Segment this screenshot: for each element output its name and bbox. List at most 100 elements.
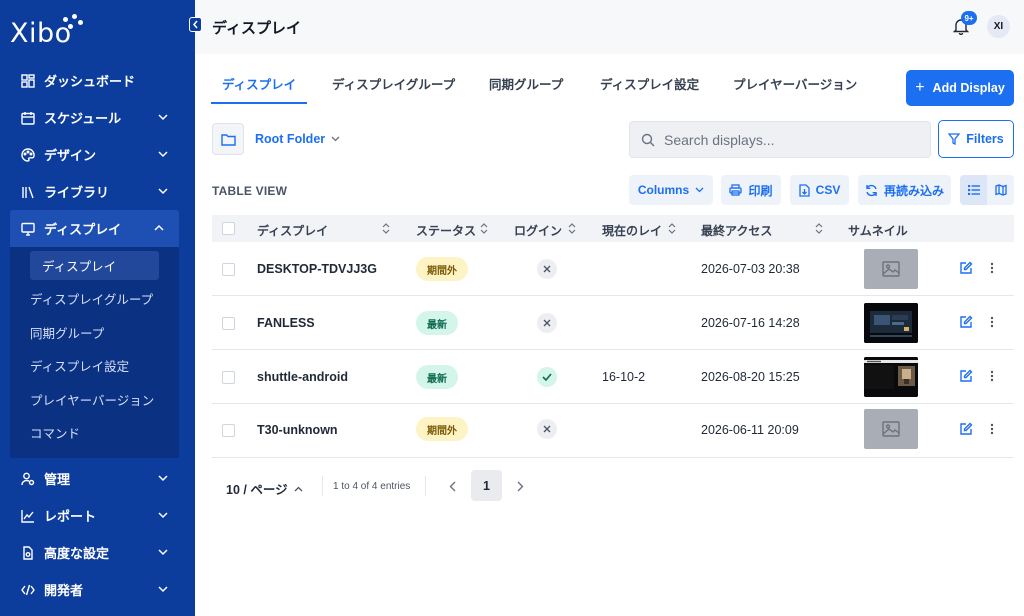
table-header: ディスプレイ ステータス ログイン 現在のレイ 最終アクセス サムネイル bbox=[212, 215, 1014, 242]
sidebar-item-dashboard[interactable]: ダッシュボード bbox=[0, 62, 195, 99]
plus-icon: + bbox=[915, 79, 925, 96]
sort-icon[interactable] bbox=[568, 223, 576, 234]
filters-label: Filters bbox=[966, 132, 1004, 146]
root-folder-selector[interactable]: Root Folder bbox=[255, 132, 340, 146]
table-row[interactable]: T30-unknown 期間外 2026-06-11 20:09 bbox=[212, 404, 1014, 458]
edit-icon[interactable] bbox=[959, 369, 973, 383]
more-vertical-icon[interactable] bbox=[989, 315, 995, 329]
sidebar-item-label: ライブラリ bbox=[44, 185, 110, 200]
column-header-display[interactable]: ディスプレイ bbox=[257, 222, 328, 239]
submenu-item-commands[interactable]: コマンド bbox=[10, 416, 179, 450]
table-row[interactable]: shuttle-android 最新 16-10-2 2026-08-20 15… bbox=[212, 350, 1014, 404]
tab-display-settings[interactable]: ディスプレイ設定 bbox=[600, 74, 699, 104]
more-vertical-icon[interactable] bbox=[989, 261, 995, 275]
column-header-login[interactable]: ログイン bbox=[514, 222, 562, 239]
logged-out-icon bbox=[537, 259, 557, 279]
csv-export-button[interactable]: CSV bbox=[790, 175, 849, 205]
display-name[interactable]: FANLESS bbox=[257, 316, 315, 330]
avatar[interactable]: XI bbox=[987, 15, 1010, 38]
chevron-right-icon bbox=[517, 481, 523, 491]
display-name[interactable]: T30-unknown bbox=[257, 423, 338, 437]
thumbnail-placeholder[interactable] bbox=[864, 249, 918, 289]
more-vertical-icon[interactable] bbox=[989, 422, 995, 436]
submenu-item-player-versions[interactable]: プレイヤーバージョン bbox=[10, 383, 179, 417]
sidebar-item-schedule[interactable]: スケジュール bbox=[0, 99, 195, 136]
table-row[interactable]: FANLESS 最新 2026-07-16 14:28 bbox=[212, 296, 1014, 350]
display-name[interactable]: DESKTOP-TDVJJ3G bbox=[257, 262, 377, 276]
sidebar-item-label: レポート bbox=[44, 509, 97, 524]
map-view-button[interactable] bbox=[987, 175, 1014, 205]
folder-tree-button[interactable] bbox=[212, 123, 244, 155]
next-page-button[interactable] bbox=[513, 478, 527, 494]
xibo-logo[interactable]: Xibo bbox=[10, 14, 83, 50]
edit-icon[interactable] bbox=[959, 422, 973, 436]
sidebar-item-label: 開発者 bbox=[44, 583, 84, 598]
display-name[interactable]: shuttle-android bbox=[257, 370, 348, 384]
tab-player-versions[interactable]: プレイヤーバージョン bbox=[733, 74, 857, 104]
printer-icon bbox=[729, 184, 743, 196]
tab-display-groups[interactable]: ディスプレイグループ bbox=[332, 74, 455, 104]
previous-page-button[interactable] bbox=[445, 478, 459, 494]
sidebar-item-reports[interactable]: レポート bbox=[0, 497, 195, 534]
thumbnail-screenshot[interactable] bbox=[864, 303, 918, 343]
sidebar-collapse-button[interactable] bbox=[189, 17, 202, 32]
dashboard-icon bbox=[20, 73, 36, 89]
list-view-button[interactable] bbox=[960, 175, 987, 205]
sidebar-nav-lower: 管理 レポート 高度な設定 開発者 bbox=[0, 460, 195, 608]
submenu-item-display-groups[interactable]: ディスプレイグループ bbox=[10, 282, 179, 316]
sort-icon[interactable] bbox=[815, 223, 823, 234]
submenu-item-display-settings[interactable]: ディスプレイ設定 bbox=[10, 349, 179, 383]
sidebar-item-admin[interactable]: 管理 bbox=[0, 460, 195, 497]
thumbnail-screenshot[interactable] bbox=[864, 357, 918, 397]
row-checkbox[interactable] bbox=[222, 317, 235, 330]
table-row[interactable]: DESKTOP-TDVJJ3G 期間外 2026-07-03 20:38 bbox=[212, 242, 1014, 296]
row-checkbox[interactable] bbox=[222, 263, 235, 276]
column-header-last-access[interactable]: 最終アクセス bbox=[701, 222, 772, 239]
columns-button[interactable]: Columns bbox=[629, 175, 713, 205]
sidebar-item-developer[interactable]: 開発者 bbox=[0, 571, 195, 608]
row-checkbox[interactable] bbox=[222, 371, 235, 384]
sidebar-item-library[interactable]: ライブラリ bbox=[0, 173, 195, 210]
column-header-status[interactable]: ステータス bbox=[416, 222, 476, 239]
last-access: 2026-07-16 14:28 bbox=[701, 316, 800, 330]
tab-displays[interactable]: ディスプレイ bbox=[210, 74, 308, 104]
search-input[interactable] bbox=[664, 122, 924, 157]
add-display-button[interactable]: + Add Display bbox=[906, 70, 1014, 106]
sidebar-item-advanced-settings[interactable]: 高度な設定 bbox=[0, 534, 195, 571]
search-icon bbox=[641, 133, 655, 147]
file-settings-icon bbox=[20, 545, 36, 561]
page-number-button[interactable]: 1 bbox=[471, 470, 502, 501]
chevron-down-icon bbox=[158, 512, 168, 519]
row-checkbox[interactable] bbox=[222, 424, 235, 437]
sort-icon[interactable] bbox=[668, 223, 676, 234]
submenu-item-displays[interactable]: ディスプレイ bbox=[30, 251, 159, 280]
filters-button[interactable]: Filters bbox=[938, 120, 1014, 158]
tab-sync-groups[interactable]: 同期グループ bbox=[489, 74, 563, 104]
edit-icon[interactable] bbox=[959, 261, 973, 275]
sidebar-item-design[interactable]: デザイン bbox=[0, 136, 195, 173]
column-header-current-layout[interactable]: 現在のレイ bbox=[602, 222, 662, 239]
thumbnail-placeholder[interactable] bbox=[864, 409, 918, 449]
top-bar: ディスプレイ 9+ XI bbox=[189, 0, 1024, 54]
edit-icon[interactable] bbox=[959, 315, 973, 329]
reload-button[interactable]: 再読み込み bbox=[858, 175, 951, 205]
pagination-info: 1 to 4 of 4 entries bbox=[333, 481, 411, 492]
sort-icon[interactable] bbox=[382, 223, 390, 234]
palette-icon bbox=[20, 147, 36, 163]
more-vertical-icon[interactable] bbox=[989, 369, 995, 383]
page-size-label: 10 / ページ bbox=[226, 483, 288, 497]
select-all-checkbox[interactable] bbox=[222, 222, 235, 235]
sidebar-nav: ダッシュボード スケジュール デザイン ライブラリ ディスプレイ ディスプレイ … bbox=[0, 62, 195, 458]
sort-icon[interactable] bbox=[480, 223, 488, 234]
page-size-selector[interactable]: 10 / ページ bbox=[226, 479, 303, 498]
submenu-item-sync-groups[interactable]: 同期グループ bbox=[10, 316, 179, 350]
display-submenu: ディスプレイ ディスプレイグループ 同期グループ ディスプレイ設定 プレイヤーバ… bbox=[10, 247, 179, 458]
last-access: 2026-07-03 20:38 bbox=[701, 262, 800, 276]
screenshot-thumbnail-image bbox=[864, 303, 918, 343]
columns-label: Columns bbox=[637, 183, 690, 197]
last-access: 2026-06-11 20:09 bbox=[701, 423, 799, 437]
user-gear-icon bbox=[20, 471, 36, 487]
print-button[interactable]: 印刷 bbox=[721, 175, 781, 205]
root-folder-label: Root Folder bbox=[255, 132, 326, 146]
sidebar-item-display[interactable]: ディスプレイ bbox=[10, 210, 179, 247]
